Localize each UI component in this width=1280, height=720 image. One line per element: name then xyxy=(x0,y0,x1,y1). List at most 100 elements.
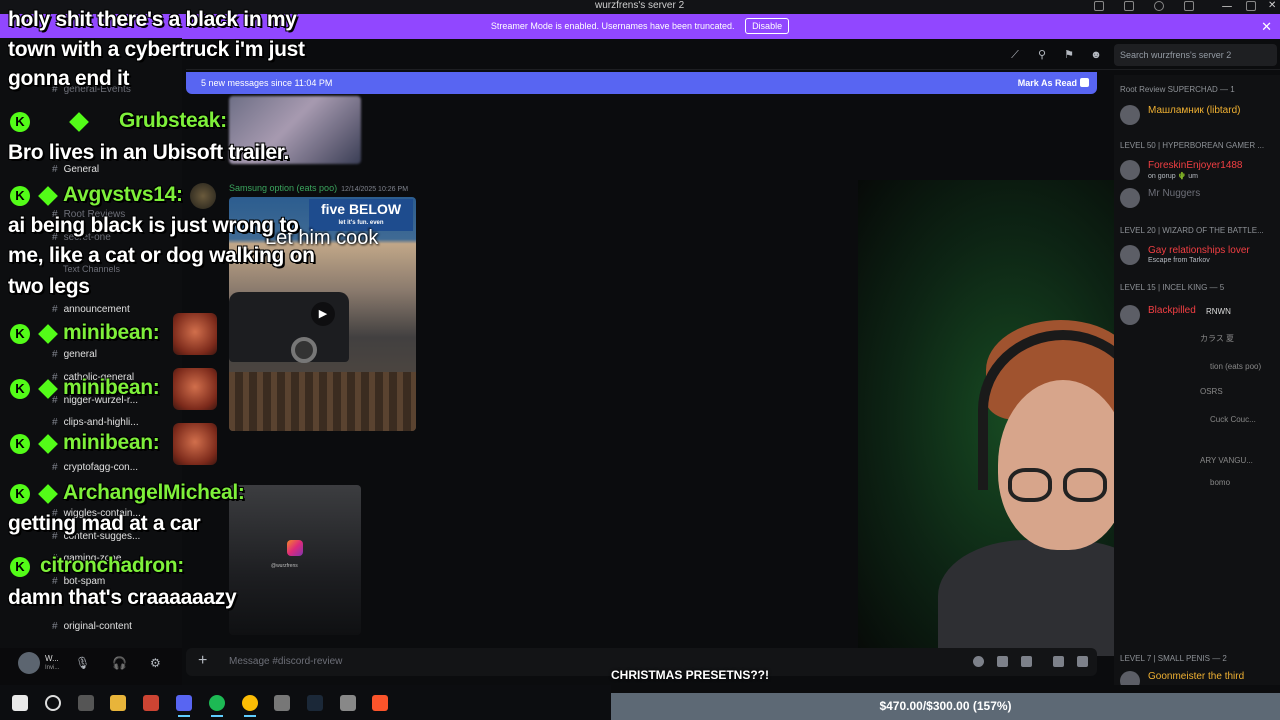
video-caption: Let him cook xyxy=(265,227,379,249)
member-avatar xyxy=(1120,105,1140,125)
channel-label: General xyxy=(63,164,100,175)
member-name: Машламник (libtard) xyxy=(1148,105,1241,116)
channel-label: clips-and-highli... xyxy=(63,417,139,428)
steam-icon[interactable] xyxy=(307,695,323,711)
mark-as-read-button[interactable]: Mark As Read xyxy=(1018,72,1077,94)
streamer-mode-banner: Streamer Mode is enabled. Usernames have… xyxy=(0,14,1280,39)
apps-icon[interactable] xyxy=(1053,656,1064,667)
user-avatar[interactable] xyxy=(18,652,40,674)
minimize-icon[interactable] xyxy=(1222,6,1232,7)
app-icon-2[interactable] xyxy=(340,695,356,711)
channel-item[interactable]: # original-content xyxy=(52,621,132,632)
channel-label: catholic-general xyxy=(63,372,135,383)
gift-icon[interactable] xyxy=(973,656,984,667)
channel-item[interactable]: # clips-and-highli... xyxy=(52,417,139,428)
microphone-icon[interactable]: 🎙 xyxy=(75,656,90,670)
obs-icon[interactable] xyxy=(143,695,159,711)
channel-item[interactable]: # general xyxy=(52,349,97,360)
channel-label: content-sugges... xyxy=(63,531,141,542)
channel-item[interactable]: # nigger-wurzel-r... xyxy=(52,395,138,406)
message-input[interactable]: Message #discord-review xyxy=(229,656,342,667)
hash-icon: # xyxy=(52,349,58,360)
video-attachment[interactable]: five BELOW let it's fun. even Let him coo… xyxy=(229,197,416,431)
hash-icon: # xyxy=(52,508,58,519)
member-group-header: Root Review SUPERCHAD — 1 xyxy=(1120,85,1235,94)
task-view-icon[interactable] xyxy=(78,695,94,711)
goal-title: CHRISTMAS PRESETNS??! xyxy=(611,668,770,682)
sticker-icon[interactable] xyxy=(1021,656,1032,667)
channel-item[interactable]: # cryptofagg-con... xyxy=(52,462,138,473)
window-title: wurzfrens's server 2 xyxy=(595,0,685,11)
inbox-icon[interactable] xyxy=(1094,1,1104,11)
message-username[interactable]: Samsung option (eats poo) xyxy=(229,183,337,193)
notification-bell-icon[interactable]: ⚲ xyxy=(1036,49,1048,61)
channel-item[interactable]: # bot-spam xyxy=(52,576,105,587)
channel-item[interactable]: # gaming-zone xyxy=(52,553,121,564)
member-name: Mr Nuggers xyxy=(1148,188,1201,199)
member-faded-text: ARY VANGU... xyxy=(1200,456,1253,465)
download-icon[interactable] xyxy=(1184,1,1194,11)
hash-icon: # xyxy=(52,84,58,95)
hash-icon: # xyxy=(52,209,58,220)
channel-label: Root Reviews xyxy=(63,209,126,220)
channel-item[interactable]: # wiggles-contain... xyxy=(52,508,141,519)
close-banner-icon[interactable]: ✕ xyxy=(1261,14,1272,39)
member-group-header: LEVEL 7 | SMALL PENIS — 2 xyxy=(1120,654,1227,663)
hash-icon: # xyxy=(52,531,58,542)
brave-icon[interactable] xyxy=(372,695,388,711)
window-titlebar: wurzfrens's server 2 ✕ xyxy=(0,0,1280,14)
text-channels-category[interactable]: Text Channels xyxy=(63,264,120,274)
emoji-icon[interactable] xyxy=(1077,656,1088,667)
message-avatar[interactable] xyxy=(190,183,216,209)
channel-item[interactable]: # announcement xyxy=(52,304,130,315)
play-icon[interactable]: ▶ xyxy=(311,302,335,326)
video-attachment-2[interactable]: @wurzfrens xyxy=(229,485,361,635)
start-icon[interactable] xyxy=(12,695,28,711)
member-name: Goonmeister the third xyxy=(1148,671,1245,682)
discord-icon[interactable] xyxy=(176,695,192,717)
mark-read-icon[interactable] xyxy=(1080,78,1089,87)
search-input[interactable]: Search wurzfrens's server 2 xyxy=(1114,44,1277,66)
channel-label: gaming-zone xyxy=(63,553,122,564)
hash-icon: # xyxy=(52,304,58,315)
member-name: Blackpilled xyxy=(1148,305,1196,316)
image-attachment[interactable] xyxy=(229,96,361,164)
chrome-icon[interactable] xyxy=(242,695,258,717)
gif-icon[interactable] xyxy=(997,656,1008,667)
instagram-icon xyxy=(287,540,303,556)
channel-item[interactable]: # general-Events xyxy=(52,84,131,95)
settings-gear-icon[interactable]: ⚙ xyxy=(150,656,161,670)
threads-icon[interactable]: ⟋ xyxy=(1009,49,1021,61)
maximize-icon[interactable] xyxy=(1246,1,1256,11)
user-name[interactable]: W... xyxy=(45,654,59,663)
goal-progress-bar: $470.00/$300.00 (157%) xyxy=(611,693,1280,720)
member-list-icon[interactable]: ☻ xyxy=(1090,49,1102,61)
channel-item[interactable]: # catholic-general xyxy=(52,372,134,383)
channel-item[interactable]: # content-sugges... xyxy=(52,531,140,542)
header-divider xyxy=(186,69,1280,70)
member-tag: RNWN xyxy=(1206,307,1231,316)
help-icon[interactable] xyxy=(1154,1,1164,11)
channel-item[interactable]: # General xyxy=(52,164,99,175)
webcam-shirt xyxy=(938,540,1114,656)
car-wheel xyxy=(291,337,317,363)
app-icon[interactable] xyxy=(274,695,290,711)
spotify-icon[interactable] xyxy=(209,695,225,717)
new-messages-bar[interactable]: 5 new messages since 11:04 PM Mark As Re… xyxy=(186,72,1097,94)
disable-streamer-mode-button[interactable]: Disable xyxy=(745,18,790,34)
attach-plus-icon[interactable]: + xyxy=(198,652,207,670)
member-avatar xyxy=(1120,671,1140,685)
channel-item[interactable]: # Root Reviews xyxy=(52,209,125,220)
member-group-header: LEVEL 50 | HYPERBOREAN GAMER ... xyxy=(1120,141,1265,150)
pin-icon[interactable]: ⚑ xyxy=(1063,49,1075,61)
user-status: Invi... xyxy=(45,665,60,671)
search-icon[interactable] xyxy=(45,695,61,711)
channel-item[interactable]: # secret-one xyxy=(52,232,111,243)
headphones-icon[interactable]: 🎧 xyxy=(112,656,127,670)
shop-icon[interactable] xyxy=(1124,1,1134,11)
close-window-icon[interactable]: ✕ xyxy=(1268,1,1278,11)
channel-label: original-content xyxy=(63,621,132,632)
instagram-handle: @wurzfrens xyxy=(271,563,298,569)
file-explorer-icon[interactable] xyxy=(110,695,126,711)
channel-label: nigger-wurzel-r... xyxy=(63,395,139,406)
